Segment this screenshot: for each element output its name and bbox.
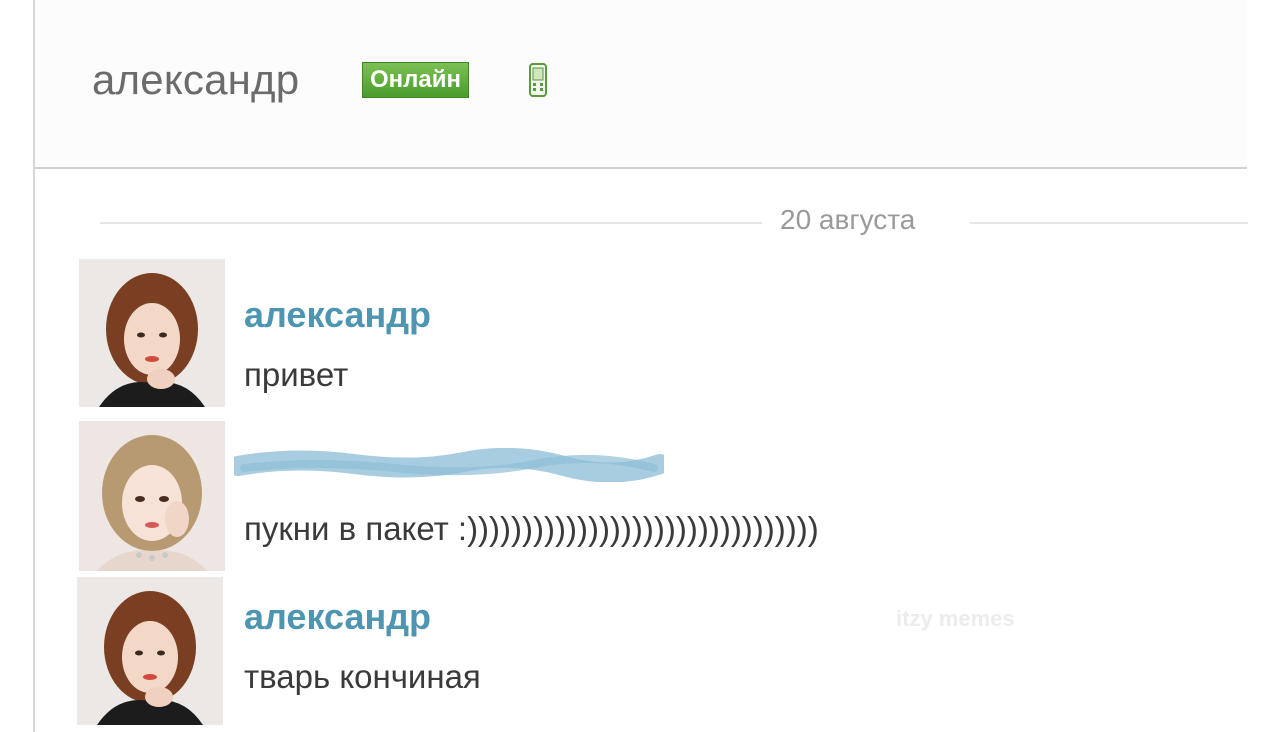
- mobile-phone-icon: [529, 63, 547, 97]
- avatar[interactable]: [77, 577, 223, 725]
- date-divider-line-left: [100, 222, 762, 224]
- online-status-badge: Онлайн: [362, 62, 470, 98]
- message-author[interactable]: александр: [244, 596, 431, 638]
- watermark: itzy memes: [896, 606, 1015, 631]
- date-separator: 20 августа: [780, 204, 916, 235]
- message-text: тварь кончиная: [244, 658, 481, 695]
- avatar[interactable]: [79, 421, 225, 571]
- date-divider-line-right: [970, 222, 1248, 224]
- message-author[interactable]: александр: [244, 294, 431, 336]
- header-divider: [35, 167, 1247, 169]
- message-text: пукни в пакет :)))))))))))))))))))))))))…: [244, 510, 819, 547]
- message-text: привет: [244, 356, 349, 393]
- avatar[interactable]: [79, 259, 225, 407]
- redacted-author-scribble: [234, 448, 664, 482]
- contact-name[interactable]: александр: [92, 56, 299, 104]
